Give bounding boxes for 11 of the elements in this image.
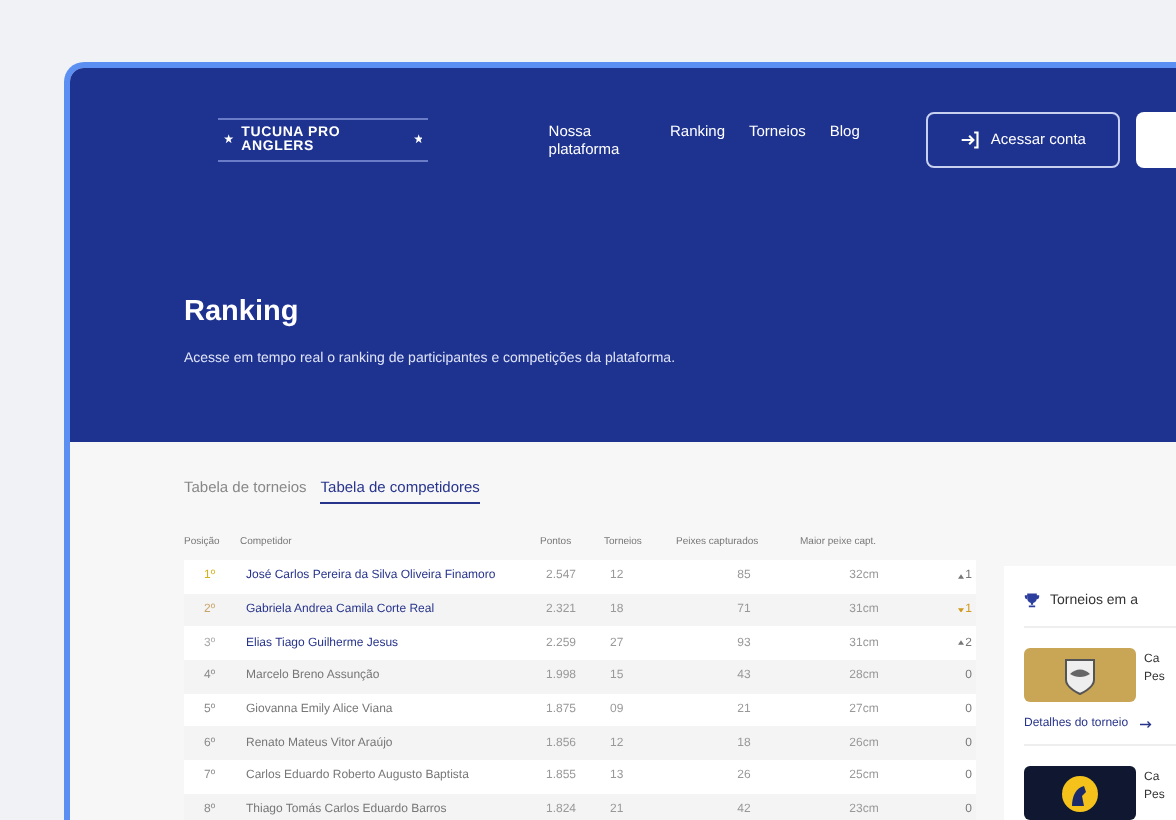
arrow-right-icon <box>1140 719 1152 728</box>
register-button[interactable] <box>1136 111 1176 167</box>
tournament-image[interactable] <box>1024 648 1136 702</box>
page-title: Ranking <box>184 296 301 328</box>
star-icon <box>224 134 234 144</box>
horse-emblem-icon <box>1060 773 1100 813</box>
trophy-icon <box>1024 592 1040 608</box>
fish-emblem-icon <box>1060 655 1100 695</box>
star-icon <box>413 134 423 144</box>
sign-in-icon <box>960 129 981 149</box>
tournament-image[interactable] <box>1024 766 1136 820</box>
